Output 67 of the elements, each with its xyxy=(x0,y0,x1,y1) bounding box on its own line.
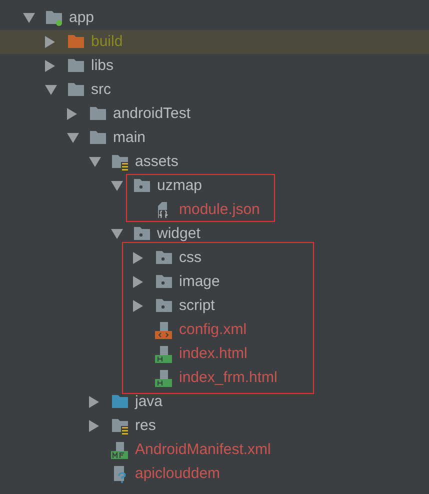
tree-row[interactable]: script xyxy=(0,294,429,318)
folder-icon xyxy=(111,393,129,411)
html-file-icon xyxy=(155,369,173,387)
item-name: res xyxy=(135,417,156,435)
folder-icon xyxy=(89,129,107,147)
item-name: libs xyxy=(91,57,114,75)
tree-row[interactable]: java xyxy=(0,390,429,414)
item-name: config.xml xyxy=(179,321,247,339)
collapse-arrow-icon[interactable] xyxy=(132,252,144,264)
manifest-file-icon xyxy=(111,441,129,459)
expand-arrow-icon[interactable] xyxy=(110,180,124,192)
folder-icon xyxy=(111,153,129,171)
tree-row[interactable]: res xyxy=(0,414,429,438)
tree-row[interactable]: main xyxy=(0,126,429,150)
folder-icon xyxy=(67,57,85,75)
folder-icon xyxy=(155,249,173,267)
collapse-arrow-icon[interactable] xyxy=(66,108,78,120)
item-name: apiclouddem xyxy=(135,465,220,483)
item-name: image xyxy=(179,273,220,291)
folder-icon xyxy=(155,273,173,291)
folder-icon xyxy=(155,297,173,315)
tree-row[interactable]: androidTest xyxy=(0,102,429,126)
tree-row[interactable]: widget xyxy=(0,222,429,246)
item-name: androidTest xyxy=(113,105,191,123)
json-file-icon xyxy=(155,201,171,219)
expand-arrow-icon[interactable] xyxy=(88,156,102,168)
tree-row[interactable]: app xyxy=(0,6,429,30)
expand-arrow-icon[interactable] xyxy=(44,84,58,96)
collapse-arrow-icon[interactable] xyxy=(132,300,144,312)
collapse-arrow-icon[interactable] xyxy=(44,60,56,72)
item-name: index.html xyxy=(179,345,248,363)
collapse-arrow-icon[interactable] xyxy=(44,36,56,48)
item-name: src xyxy=(91,81,111,99)
collapse-arrow-icon[interactable] xyxy=(88,420,100,432)
folder-icon xyxy=(89,105,107,123)
item-name: build xyxy=(91,33,123,51)
folder-icon xyxy=(133,225,151,243)
folder-icon xyxy=(133,177,151,195)
item-name: module.json xyxy=(179,201,260,219)
item-name: script xyxy=(179,297,215,315)
item-name: index_frm.html xyxy=(179,369,278,387)
item-name: uzmap xyxy=(157,177,202,195)
folder-icon xyxy=(67,33,85,51)
tree-row[interactable]: assets xyxy=(0,150,429,174)
folder-icon xyxy=(67,81,85,99)
tree-row[interactable]: libs xyxy=(0,54,429,78)
item-name: java xyxy=(135,393,163,411)
collapse-arrow-icon[interactable] xyxy=(132,276,144,288)
folder-icon xyxy=(45,9,63,27)
collapse-arrow-icon[interactable] xyxy=(88,396,100,408)
item-name: css xyxy=(179,249,202,267)
item-name: widget xyxy=(157,225,200,243)
expand-arrow-icon[interactable] xyxy=(22,12,36,24)
xml-file-icon xyxy=(155,321,173,339)
item-name: AndroidManifest.xml xyxy=(135,441,271,459)
unknown-file-icon xyxy=(111,465,127,483)
tree-row[interactable]: uzmap xyxy=(0,174,429,198)
item-name: app xyxy=(69,9,94,27)
item-name: main xyxy=(113,129,146,147)
expand-arrow-icon[interactable] xyxy=(110,228,124,240)
tree-row[interactable]: css xyxy=(0,246,429,270)
tree-row[interactable]: image xyxy=(0,270,429,294)
folder-icon xyxy=(111,417,129,435)
expand-arrow-icon[interactable] xyxy=(66,132,80,144)
html-file-icon xyxy=(155,345,173,363)
tree-row[interactable]: src xyxy=(0,78,429,102)
item-name: assets xyxy=(135,153,178,171)
